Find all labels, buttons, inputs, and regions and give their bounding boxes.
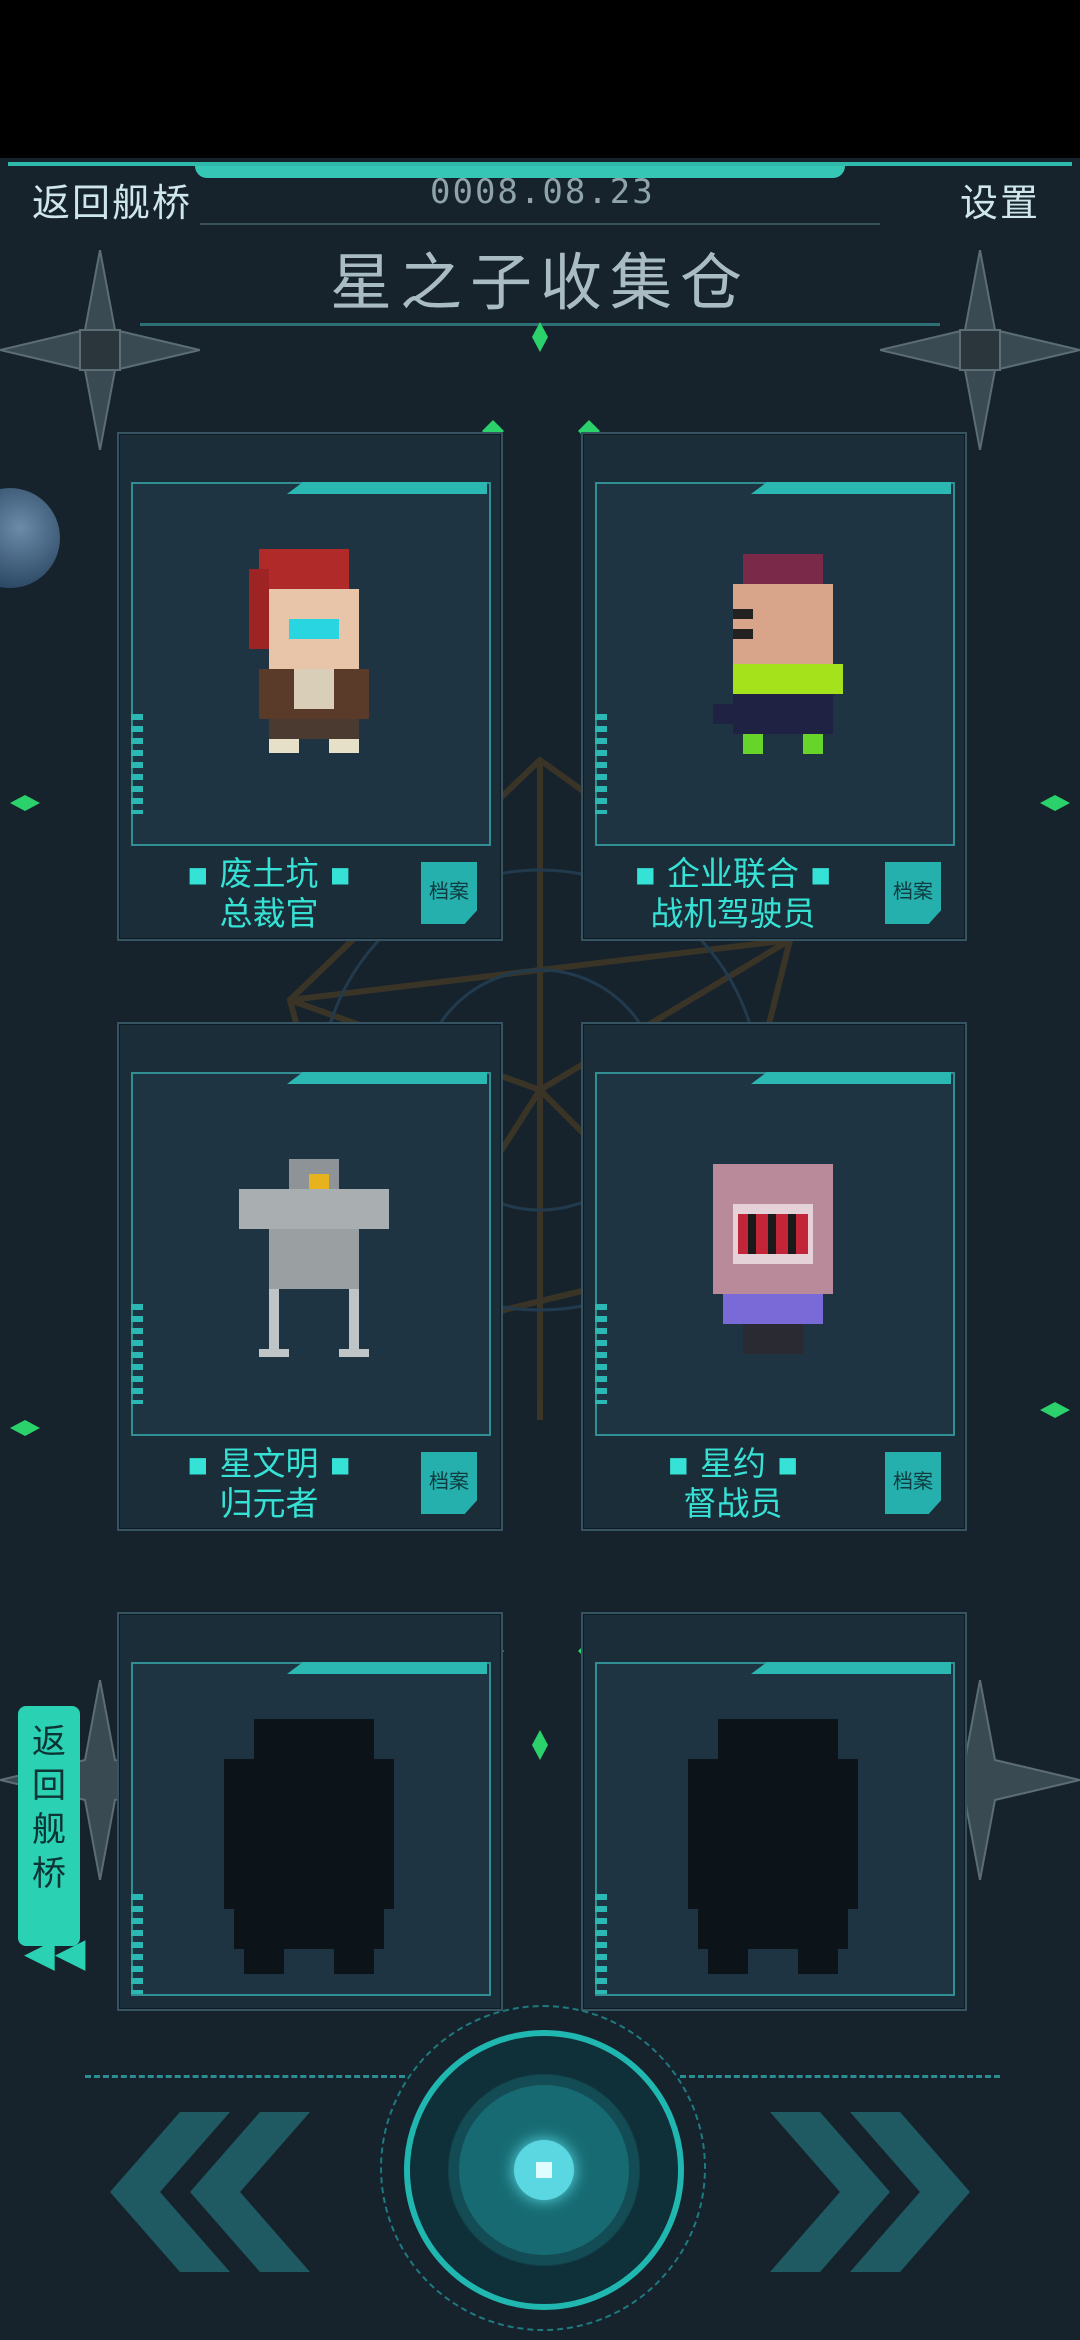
next-page-button[interactable] (760, 2112, 980, 2272)
control-dash-line-right (680, 2075, 1000, 2078)
control-dash-line-left (85, 2075, 405, 2078)
prev-page-button[interactable] (100, 2112, 320, 2272)
side-back-label: 返回舰桥 (32, 1722, 66, 1894)
character-faction: ▪ 星约 ▪ (667, 1444, 799, 1483)
character-name: ▪ 废土坑 ▪ 总裁官 (139, 854, 399, 934)
character-title: 总裁官 (219, 894, 319, 933)
locked-character-card-6[interactable] (581, 1612, 967, 2011)
file-button[interactable]: 档案 (885, 862, 941, 924)
character-name: ▪ 星约 ▪ 督战员 (603, 1444, 863, 1524)
center-square (536, 2162, 552, 2178)
character-card-3[interactable]: ▪ 星文明 ▪ 归元者 档案 (117, 1022, 503, 1531)
double-chevron-right-icon (770, 2112, 970, 2272)
character-card-2[interactable]: ▪ 企业联合 ▪ 战机驾驶员 档案 (581, 432, 967, 941)
character-card-1[interactable]: ▪ 废土坑 ▪ 总裁官 档案 (117, 432, 503, 941)
back-to-bridge-button[interactable]: 返回舰桥 (32, 172, 192, 227)
file-button[interactable]: 档案 (885, 1452, 941, 1514)
side-back-to-bridge-button[interactable]: 返回舰桥 (18, 1706, 80, 1946)
center-action-button[interactable] (404, 2030, 684, 2310)
locked-character-card-5[interactable] (117, 1612, 503, 2011)
character-card-4[interactable]: ▪ 星约 ▪ 督战员 档案 (581, 1022, 967, 1531)
file-button[interactable]: 档案 (421, 862, 477, 924)
double-chevron-left-icon: ◀◀ (24, 1930, 86, 1976)
character-faction: ▪ 废土坑 ▪ (186, 854, 352, 893)
character-title: 归元者 (219, 1484, 319, 1523)
character-name: ▪ 企业联合 ▪ 战机驾驶员 (603, 854, 863, 934)
character-name: ▪ 星文明 ▪ 归元者 (139, 1444, 399, 1524)
settings-button[interactable]: 设置 (960, 172, 1040, 227)
character-faction: ▪ 企业联合 ▪ (634, 854, 832, 893)
spaceship-decoration-right (880, 250, 1080, 450)
spaceship-decoration-left (0, 250, 200, 450)
file-button[interactable]: 档案 (421, 1452, 477, 1514)
game-date: 0008.08.23 (430, 172, 655, 212)
header-divider (200, 223, 880, 225)
character-faction: ▪ 星文明 ▪ (186, 1444, 352, 1483)
character-title: 战机驾驶员 (650, 894, 816, 933)
character-title: 督战员 (683, 1484, 783, 1523)
double-chevron-left-icon (110, 2112, 310, 2272)
